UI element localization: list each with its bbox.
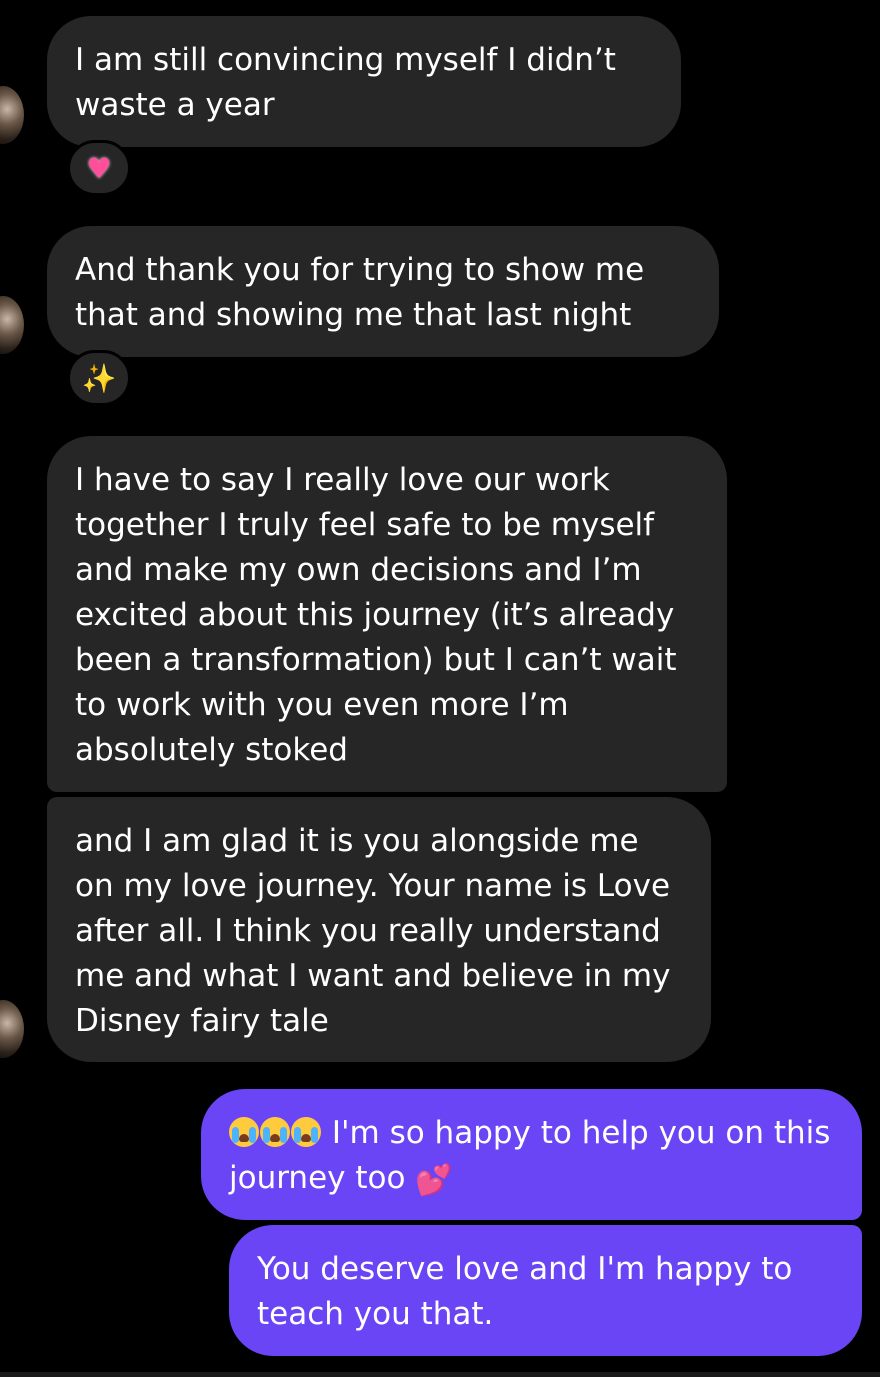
- incoming-message[interactable]: and I am glad it is you alongside me on …: [47, 797, 711, 1062]
- message-text: And thank you for trying to show me that…: [75, 252, 645, 333]
- message-text: and I am glad it is you alongside me on …: [75, 823, 671, 1039]
- incoming-message[interactable]: I have to say I really love our work tog…: [47, 436, 727, 792]
- conversation-thread: I am still convincing myself I didn’t wa…: [0, 0, 880, 1377]
- outgoing-message[interactable]: I'm so happy to help you on this journey…: [201, 1089, 862, 1220]
- bottom-divider: [0, 1372, 880, 1377]
- loudly-crying-face-icon: [291, 1117, 321, 1147]
- sender-avatar[interactable]: [0, 86, 24, 144]
- outgoing-message[interactable]: You deserve love and I'm happy to teach …: [229, 1225, 862, 1356]
- crying-emoji-group: [229, 1115, 322, 1151]
- message-reaction[interactable]: ✨: [67, 350, 131, 406]
- sparkling-heart-icon: ♥: [86, 151, 112, 185]
- incoming-message[interactable]: I am still convincing myself I didn’t wa…: [47, 16, 681, 147]
- sender-avatar[interactable]: [0, 296, 24, 354]
- incoming-message[interactable]: And thank you for trying to show me that…: [47, 226, 719, 357]
- message-reaction[interactable]: ♥: [67, 140, 131, 196]
- message-text: You deserve love and I'm happy to teach …: [257, 1251, 793, 1332]
- loudly-crying-face-icon: [229, 1117, 259, 1147]
- message-text: I have to say I really love our work tog…: [75, 462, 677, 768]
- sparkles-icon: ✨: [81, 361, 117, 395]
- sender-avatar[interactable]: [0, 1000, 24, 1058]
- two-hearts-icon: 💕: [415, 1163, 453, 1198]
- loudly-crying-face-icon: [260, 1117, 290, 1147]
- message-text: I am still convincing myself I didn’t wa…: [75, 42, 616, 123]
